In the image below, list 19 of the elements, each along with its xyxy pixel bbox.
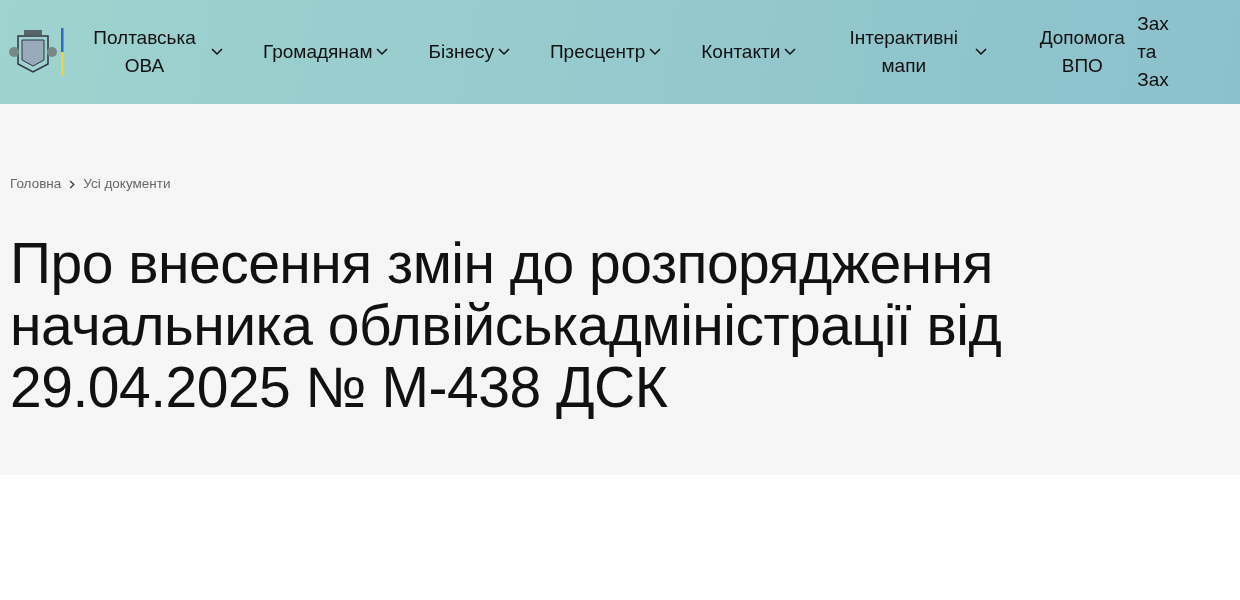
chevron-down-icon[interactable] — [497, 48, 510, 56]
nav-link[interactable]: Громадянам — [263, 38, 373, 66]
nav-link[interactable]: Зах та Зах — [1137, 10, 1168, 94]
breadcrumb-link[interactable]: Головна — [10, 174, 62, 195]
chevron-right-icon — [69, 179, 76, 189]
nav-link[interactable]: Пресцентр — [549, 38, 646, 66]
chevron-down-icon[interactable] — [211, 48, 223, 56]
chevron-down-icon[interactable] — [975, 48, 988, 56]
nav-link[interactable]: Бізнесу — [428, 38, 494, 66]
page-title: Про внесення змін до розпорядження начальника облвійськадміністрації від 29.04.2025 № М-438 ДСК — [10, 232, 1003, 419]
chevron-down-icon[interactable] — [649, 48, 662, 56]
nav-link[interactable]: Полтавська ОВА — [82, 24, 207, 80]
nav-link[interactable]: Інтерактивні мапи — [836, 24, 972, 80]
nav-link[interactable]: Допомога ВПО — [1027, 24, 1138, 80]
chevron-down-icon[interactable] — [784, 48, 797, 56]
nav-link[interactable]: Контакти — [701, 38, 781, 66]
chevron-down-icon[interactable] — [376, 48, 389, 56]
breadcrumb-link[interactable]: Усі документи — [83, 174, 171, 195]
coat-of-arms-logo[interactable] — [8, 26, 66, 78]
